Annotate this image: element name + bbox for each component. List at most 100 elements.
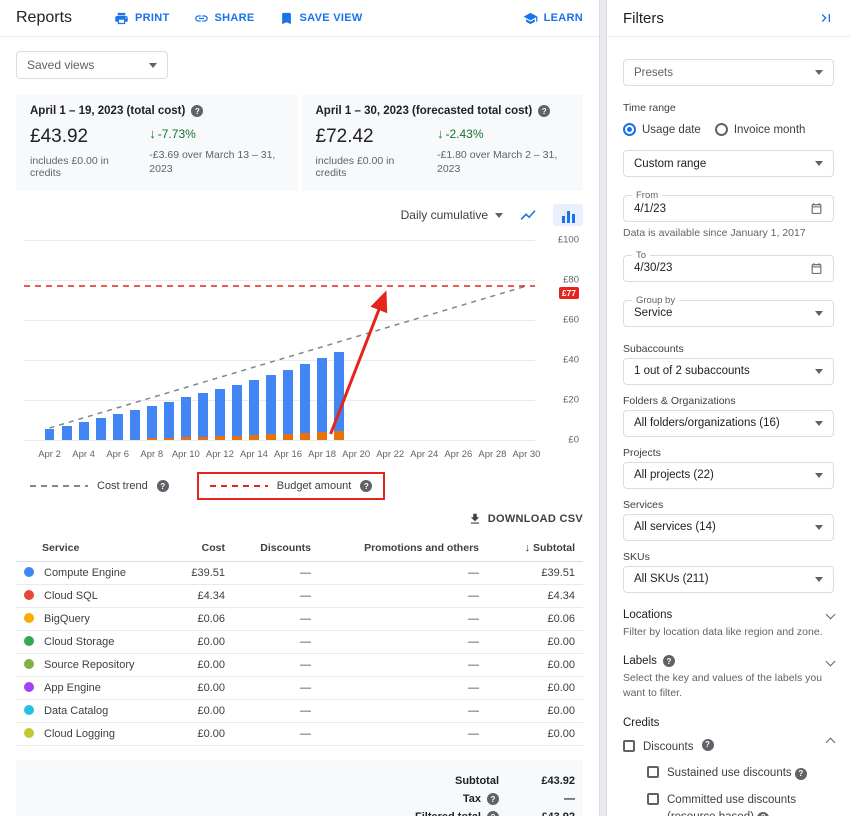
daily-cost-bar[interactable] — [45, 429, 55, 440]
presets-dropdown[interactable]: Presets — [623, 59, 834, 86]
column-discounts[interactable]: Discounts — [233, 536, 319, 562]
checkbox-unchecked-icon[interactable] — [647, 793, 659, 805]
reports-main-panel: Reports PRINT SHARE SAVE VIEW LEARN — [0, 0, 599, 816]
invoice-month-radio[interactable]: Invoice month — [715, 123, 806, 136]
radio-selected-icon — [623, 123, 636, 136]
daily-cost-bar[interactable] — [164, 402, 174, 440]
daily-cost-bar[interactable] — [181, 397, 191, 440]
column-service[interactable]: Service — [16, 536, 171, 562]
help-icon[interactable]: ? — [487, 811, 499, 816]
daily-cost-bar[interactable] — [334, 352, 344, 440]
daily-cost-bar[interactable] — [283, 370, 293, 440]
daily-cost-bar[interactable] — [147, 406, 157, 440]
chart-plot-area[interactable] — [24, 240, 535, 440]
service-color-dot — [24, 682, 34, 692]
filtered-total-value: £43.92 — [505, 811, 575, 816]
daily-cost-bar[interactable] — [266, 375, 276, 440]
chevron-up-icon[interactable] — [826, 737, 836, 747]
time-range-label: Time range — [623, 102, 834, 114]
help-icon[interactable]: ? — [360, 480, 372, 492]
projects-dropdown[interactable]: All projects (22) — [623, 462, 834, 489]
locations-label: Locations — [623, 609, 672, 621]
skus-dropdown[interactable]: All SKUs (211) — [623, 566, 834, 593]
range-type-dropdown[interactable]: Custom range — [623, 150, 834, 177]
table-row[interactable]: Cloud SQL£4.34——£4.34 — [16, 585, 583, 608]
column-subtotal[interactable]: ↓Subtotal — [487, 536, 583, 562]
tax-value: — — [505, 793, 575, 805]
daily-cost-bar[interactable] — [300, 364, 310, 440]
service-color-dot — [24, 705, 34, 715]
x-axis-tick-label: Apr 26 — [444, 449, 472, 460]
radio-unselected-icon — [715, 123, 728, 136]
table-row[interactable]: Cloud Storage£0.00——£0.00 — [16, 631, 583, 654]
share-button[interactable]: SHARE — [194, 11, 255, 26]
daily-cost-bar[interactable] — [215, 389, 225, 440]
column-cost[interactable]: Cost — [171, 536, 233, 562]
calendar-icon[interactable] — [810, 262, 823, 275]
locations-helper-text: Filter by location data like region and … — [623, 625, 834, 640]
budget-value-badge: £77 — [559, 287, 579, 299]
table-row[interactable]: BigQuery£0.06——£0.06 — [16, 608, 583, 631]
help-icon[interactable]: ? — [487, 793, 499, 805]
help-icon[interactable]: ? — [538, 105, 550, 117]
bar-chart-toggle[interactable] — [553, 204, 583, 226]
labels-section-toggle[interactable]: Labels ? — [623, 655, 834, 667]
subaccounts-dropdown[interactable]: 1 out of 2 subaccounts — [623, 358, 834, 385]
usage-date-radio[interactable]: Usage date — [623, 123, 701, 136]
chevron-down-icon — [815, 70, 823, 75]
column-promotions[interactable]: Promotions and others — [319, 536, 487, 562]
saved-views-dropdown[interactable]: Saved views — [16, 51, 168, 79]
total-cost-credits: includes £0.00 in credits — [30, 155, 129, 179]
to-value: 4/30/23 — [634, 262, 672, 274]
y-axis-tick-label: £100 — [558, 235, 579, 246]
daily-cost-bar[interactable] — [62, 426, 72, 440]
daily-cost-bar[interactable] — [232, 385, 242, 440]
forecast-amount: £72.42 — [316, 126, 418, 148]
print-label: PRINT — [135, 12, 170, 24]
x-axis-tick-label: Apr 20 — [342, 449, 370, 460]
daily-cost-bar[interactable] — [113, 414, 123, 440]
save-view-button[interactable]: SAVE VIEW — [279, 11, 363, 26]
group-by-dropdown[interactable]: Group by Service — [623, 300, 834, 327]
committed-discounts-checkbox-row[interactable]: Committed use discounts (resource based)… — [647, 792, 834, 816]
table-row[interactable]: Data Catalog£0.00——£0.00 — [16, 700, 583, 723]
daily-cost-bar[interactable] — [79, 422, 89, 440]
checkbox-unchecked-icon[interactable] — [647, 766, 659, 778]
daily-cost-bar[interactable] — [130, 410, 140, 440]
daily-cost-bar[interactable] — [249, 380, 259, 440]
table-row[interactable]: Cloud Logging£0.00——£0.00 — [16, 723, 583, 746]
checkbox-unchecked-icon[interactable] — [623, 740, 635, 752]
chart-legend: Cost trend ? Budget amount ? — [30, 468, 583, 504]
from-date-field[interactable]: From 4/1/23 — [623, 195, 834, 222]
locations-section-toggle[interactable]: Locations — [623, 609, 834, 621]
calendar-icon[interactable] — [810, 202, 823, 215]
discounts-checkbox-row[interactable]: Discounts ? — [623, 739, 834, 756]
help-icon[interactable]: ? — [157, 480, 169, 492]
to-date-field[interactable]: To 4/30/23 — [623, 255, 834, 282]
line-chart-toggle[interactable] — [517, 206, 539, 224]
sustained-discounts-checkbox-row[interactable]: Sustained use discounts ? — [647, 765, 834, 782]
cost-trend-legend[interactable]: Cost trend ? — [30, 480, 169, 492]
reports-header: Reports PRINT SHARE SAVE VIEW LEARN — [0, 0, 599, 37]
services-dropdown[interactable]: All services (14) — [623, 514, 834, 541]
daily-cost-bar[interactable] — [317, 358, 327, 440]
help-icon[interactable]: ? — [663, 655, 675, 667]
service-name: Data Catalog — [44, 705, 108, 717]
folders-dropdown[interactable]: All folders/organizations (16) — [623, 410, 834, 437]
table-row[interactable]: App Engine£0.00——£0.00 — [16, 677, 583, 700]
chart-mode-dropdown[interactable]: Daily cumulative — [401, 208, 503, 222]
daily-cost-bar[interactable] — [96, 418, 106, 440]
daily-cost-bar[interactable] — [198, 393, 208, 440]
help-icon[interactable]: ? — [757, 812, 769, 816]
budget-amount-legend[interactable]: Budget amount ? — [197, 472, 386, 500]
download-csv-button[interactable]: DOWNLOAD CSV — [468, 512, 583, 526]
print-button[interactable]: PRINT — [114, 11, 170, 26]
help-icon[interactable]: ? — [702, 739, 714, 751]
table-row[interactable]: Source Repository£0.00——£0.00 — [16, 654, 583, 677]
learn-button[interactable]: LEARN — [523, 11, 583, 26]
help-icon[interactable]: ? — [795, 768, 807, 780]
help-icon[interactable]: ? — [191, 105, 203, 117]
table-row[interactable]: Compute Engine£39.51——£39.51 — [16, 562, 583, 585]
collapse-panel-button[interactable] — [818, 10, 834, 26]
folders-value: All folders/organizations (16) — [634, 417, 780, 429]
